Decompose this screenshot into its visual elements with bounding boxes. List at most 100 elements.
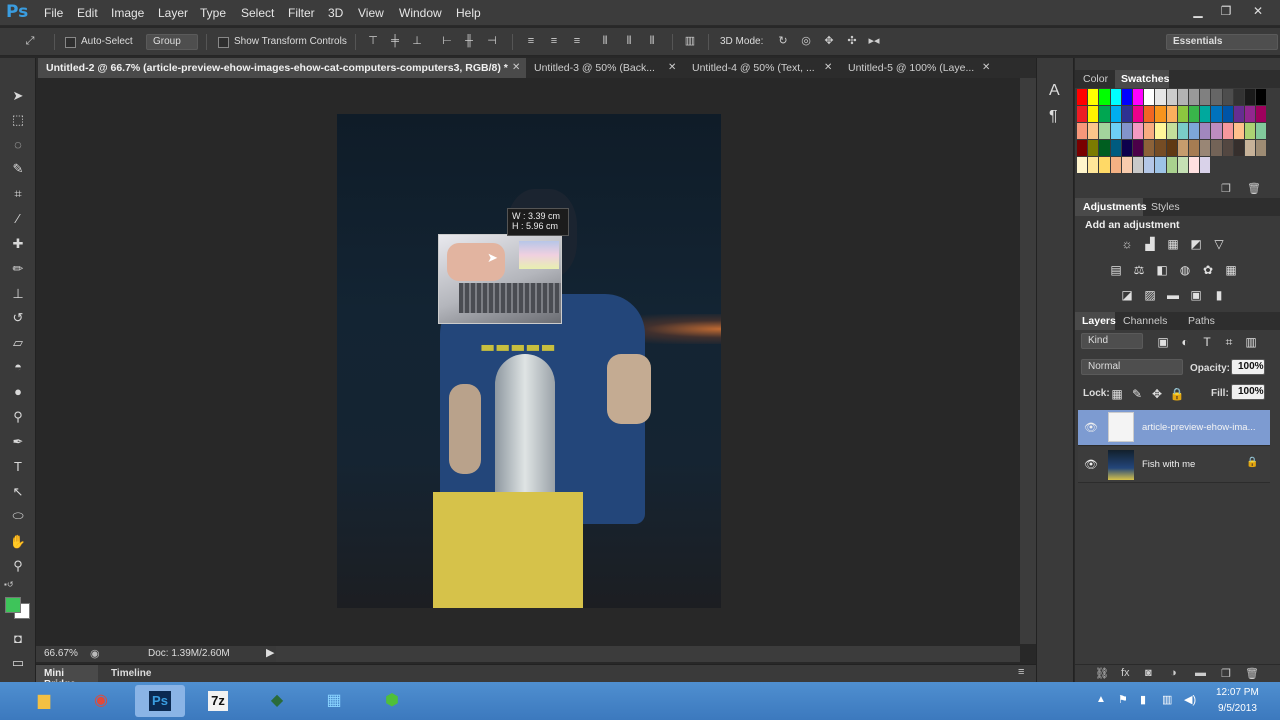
- color-swatch[interactable]: [1222, 89, 1233, 105]
- color-swatch[interactable]: [1144, 123, 1155, 139]
- gradient-map-icon[interactable]: ▮: [1211, 288, 1227, 302]
- distribute-hcenter-icon[interactable]: ⫴: [622, 35, 636, 48]
- pasted-laptop-image[interactable]: [438, 234, 562, 324]
- color-swatch[interactable]: [1189, 140, 1200, 156]
- hand-tool-icon[interactable]: ✋: [8, 532, 28, 552]
- app-icon[interactable]: ◆: [252, 685, 302, 717]
- color-swatch[interactable]: [1200, 140, 1211, 156]
- network-icon[interactable]: ⬢: [367, 685, 417, 717]
- tray-network-icon[interactable]: ▥: [1162, 693, 1172, 706]
- ellipse-tool-icon[interactable]: ⬭: [8, 506, 28, 526]
- paragraph-panel-icon[interactable]: ¶: [1049, 108, 1058, 126]
- color-swatch[interactable]: [1211, 140, 1222, 156]
- color-swatch[interactable]: [1166, 157, 1177, 173]
- eye-icon[interactable]: 👁: [1084, 421, 1098, 434]
- align-top-icon[interactable]: ⊤: [366, 35, 380, 48]
- history-brush-icon[interactable]: ↺: [8, 308, 28, 328]
- close-icon[interactable]: ✕: [1246, 2, 1270, 20]
- color-swatch[interactable]: [1200, 123, 1211, 139]
- menu-type[interactable]: Type: [200, 6, 226, 20]
- tab-layers[interactable]: Layers: [1082, 315, 1116, 327]
- tab-adjustments[interactable]: Adjustments: [1083, 201, 1147, 213]
- color-swatch[interactable]: [1233, 106, 1244, 122]
- new-adjustment-icon[interactable]: ◑: [1170, 667, 1177, 679]
- 3d-roll-icon[interactable]: ◎: [799, 35, 813, 48]
- color-swatch[interactable]: [1121, 157, 1132, 173]
- color-swatch[interactable]: [1200, 106, 1211, 122]
- show-transform-checkbox[interactable]: [218, 37, 229, 48]
- tray-flag-icon[interactable]: ⚑: [1118, 693, 1128, 706]
- color-swatch[interactable]: [1077, 106, 1088, 122]
- filter-shape-icon[interactable]: ⌗: [1221, 335, 1237, 349]
- color-swatch[interactable]: [1077, 140, 1088, 156]
- color-swatch[interactable]: [1189, 106, 1200, 122]
- color-swatch[interactable]: [1121, 89, 1132, 105]
- color-swatch[interactable]: [1211, 106, 1222, 122]
- chrome-icon[interactable]: ◉: [76, 685, 126, 717]
- align-vcenter-icon[interactable]: ╪: [388, 35, 402, 48]
- color-swatch[interactable]: [1155, 157, 1166, 173]
- color-swatch[interactable]: [1144, 89, 1155, 105]
- menu-window[interactable]: Window: [399, 6, 442, 20]
- color-swatch[interactable]: [1088, 157, 1099, 173]
- color-swatch[interactable]: [1110, 89, 1121, 105]
- layer-filter-kind[interactable]: Kind: [1081, 333, 1143, 349]
- quick-select-icon[interactable]: ✎: [8, 159, 28, 179]
- color-swatch[interactable]: [1177, 140, 1188, 156]
- color-swatch[interactable]: [1133, 89, 1144, 105]
- color-swatch[interactable]: [1245, 89, 1256, 105]
- align-hcenter-icon[interactable]: ╫: [462, 35, 476, 48]
- color-swatch[interactable]: [1256, 123, 1267, 139]
- color-swatch[interactable]: [1256, 140, 1267, 156]
- restore-icon[interactable]: ❐: [1214, 2, 1238, 20]
- 3d-slide-icon[interactable]: ✣: [845, 35, 859, 48]
- color-swatch[interactable]: [1155, 123, 1166, 139]
- vertical-scrollbar[interactable]: [1020, 78, 1036, 644]
- blend-mode-dropdown[interactable]: Normal: [1081, 359, 1183, 375]
- color-swatch[interactable]: [1256, 89, 1267, 105]
- close-tab-icon[interactable]: ✕: [982, 62, 990, 73]
- lock-transparent-icon[interactable]: ▦: [1109, 387, 1125, 401]
- menu-file[interactable]: File: [44, 6, 63, 20]
- layer-name[interactable]: Fish with me: [1142, 459, 1195, 470]
- character-panel-icon[interactable]: A: [1049, 82, 1060, 100]
- delete-swatch-icon[interactable]: 🗑: [1247, 182, 1261, 195]
- color-swatch[interactable]: [1189, 89, 1200, 105]
- color-swatch[interactable]: [1211, 89, 1222, 105]
- healing-brush-icon[interactable]: ✚: [8, 234, 28, 254]
- tab-untitled-5[interactable]: Untitled-5 @ 100% (Laye...: [840, 58, 980, 78]
- color-swatch[interactable]: [1099, 157, 1110, 173]
- color-swatch[interactable]: [1121, 123, 1132, 139]
- clock-date[interactable]: 9/5/2013: [1218, 703, 1257, 714]
- color-swatch[interactable]: [1133, 157, 1144, 173]
- curves-icon[interactable]: ▦: [1165, 237, 1181, 251]
- color-swatch[interactable]: [1121, 140, 1132, 156]
- explorer-icon[interactable]: ▦: [309, 685, 359, 717]
- status-info-icon[interactable]: ◉: [90, 647, 100, 660]
- color-swatch[interactable]: [1222, 140, 1233, 156]
- auto-align-icon[interactable]: ▥: [683, 35, 697, 48]
- auto-select-checkbox[interactable]: [65, 37, 76, 48]
- color-swatch[interactable]: [1222, 123, 1233, 139]
- color-swatch[interactable]: [1211, 123, 1222, 139]
- color-swatch[interactable]: [1099, 140, 1110, 156]
- close-tab-icon[interactable]: ✕: [512, 62, 520, 73]
- eyedropper-icon[interactable]: ⁄: [8, 209, 28, 229]
- align-bottom-icon[interactable]: ⊥: [410, 35, 424, 48]
- color-swatch[interactable]: [1155, 106, 1166, 122]
- folder-icon[interactable]: ▆: [19, 685, 69, 717]
- tray-expand-icon[interactable]: ▲: [1096, 694, 1106, 705]
- color-swatch[interactable]: [1166, 89, 1177, 105]
- menu-edit[interactable]: Edit: [77, 6, 98, 20]
- document-canvas[interactable]: ▬▬▬▬▬ W : 3.39 cm H : 5.96 cm ➤: [337, 114, 721, 608]
- color-swatch[interactable]: [1222, 106, 1233, 122]
- dodge-tool-icon[interactable]: ⚲: [8, 407, 28, 427]
- lock-position-icon[interactable]: ✥: [1149, 387, 1165, 401]
- invert-icon[interactable]: ◪: [1119, 288, 1135, 302]
- menu-3d[interactable]: 3D: [328, 6, 343, 20]
- fx-icon[interactable]: fx: [1121, 667, 1130, 679]
- color-swatch[interactable]: [1177, 157, 1188, 173]
- color-swatch[interactable]: [1088, 106, 1099, 122]
- add-mask-icon[interactable]: ◙: [1145, 667, 1152, 679]
- color-swatch[interactable]: [1088, 123, 1099, 139]
